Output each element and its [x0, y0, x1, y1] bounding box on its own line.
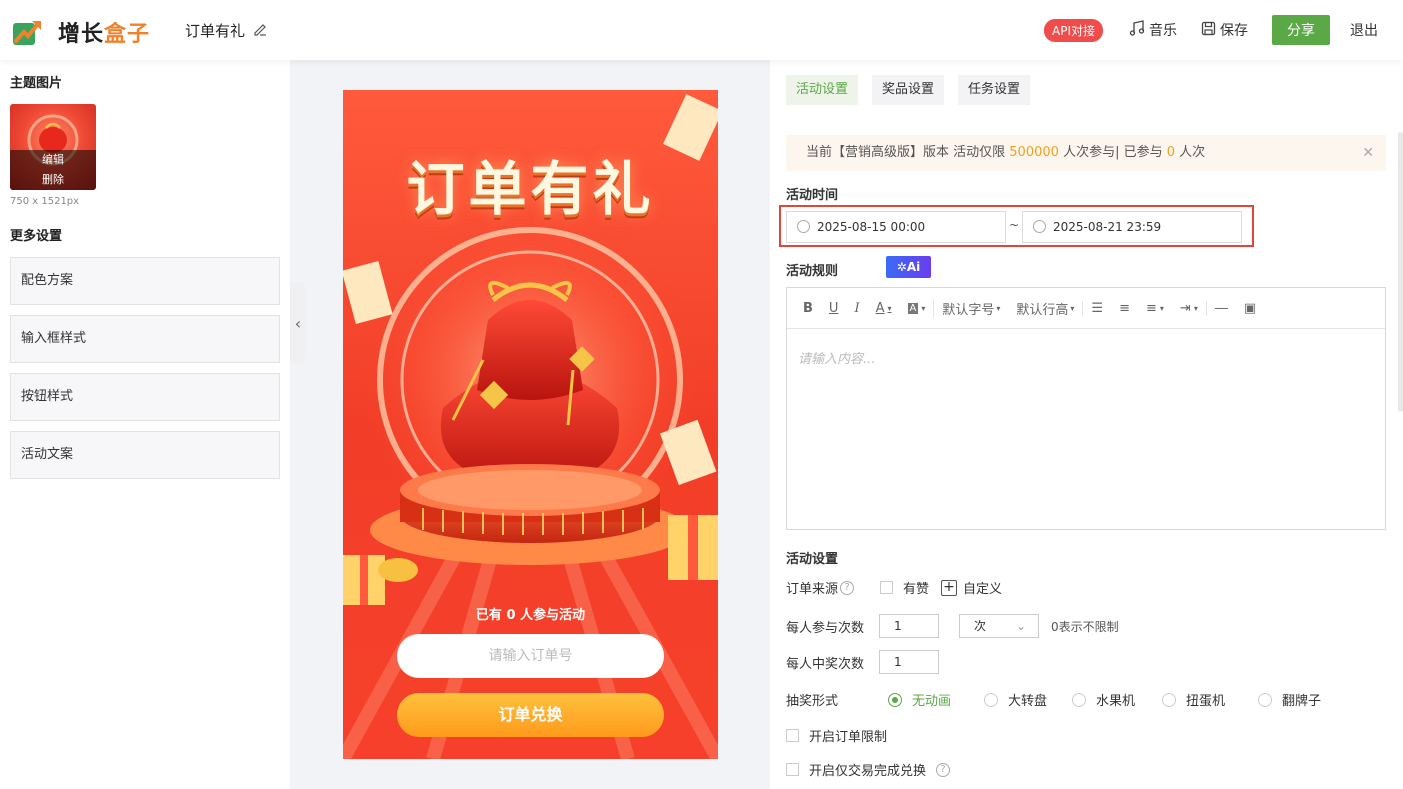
- order-limit-checkbox[interactable]: [786, 729, 799, 742]
- phone-preview: 订单有礼 已有 0 人参与活动 请输入订单号 订单兑换: [343, 90, 718, 759]
- per-user-win-input[interactable]: 1: [879, 650, 940, 674]
- trade-complete-label: 开启仅交易完成兑换: [809, 764, 927, 779]
- highlight-color-icon[interactable]: A ▾: [900, 302, 934, 314]
- settings-tabs: 活动设置 奖品设置 任务设置: [786, 75, 1031, 105]
- end-time-input[interactable]: 2025-08-21 23:59: [1022, 211, 1242, 243]
- line-height-select[interactable]: 默认行高 ▾: [1008, 299, 1082, 318]
- youzan-checkbox[interactable]: [880, 581, 894, 594]
- music-button[interactable]: 音乐: [1129, 20, 1177, 40]
- theme-image-thumbnail[interactable]: 编辑 删除: [10, 104, 96, 190]
- exit-button[interactable]: 退出: [1350, 20, 1378, 40]
- logo: 增长盒子: [12, 16, 150, 48]
- music-label: 音乐: [1149, 23, 1177, 39]
- tab-activity-settings[interactable]: 活动设置: [786, 75, 859, 105]
- bold-icon[interactable]: B: [795, 301, 821, 316]
- order-number-input-preview[interactable]: 请输入订单号: [397, 634, 664, 678]
- participant-count-text: 已有 0 人参与活动: [475, 608, 586, 623]
- numbered-list-icon[interactable]: ≡: [1111, 301, 1138, 316]
- participation-count: 0: [1166, 145, 1175, 160]
- editor-toolbar: B U I A ▾ A ▾ 默认字号 ▾ 默认行高 ▾ ☰ ≡ ≡ ▾ ⇥ ▾ ― ▣: [787, 288, 1385, 329]
- api-badge-button[interactable]: API对接: [1044, 18, 1103, 42]
- color-scheme-option[interactable]: 配色方案: [10, 257, 280, 305]
- chevron-left-icon: ‹: [294, 313, 302, 333]
- activity-settings-label: 活动设置: [786, 552, 839, 567]
- ai-generate-button[interactable]: ✲Ai: [886, 256, 931, 278]
- add-custom-icon[interactable]: +: [941, 579, 958, 596]
- per-user-join-label: 每人参与次数: [786, 620, 865, 636]
- font-color-icon[interactable]: A ▾: [868, 301, 900, 316]
- logo-text-part2: 盒子: [104, 22, 151, 47]
- page-title: 订单有礼: [185, 22, 246, 40]
- bullet-list-icon[interactable]: ☰: [1082, 300, 1111, 316]
- divider-icon[interactable]: ―: [1205, 300, 1236, 316]
- fruit-machine-label: 水果机: [1096, 694, 1136, 709]
- save-label: 保存: [1220, 23, 1248, 39]
- per-user-win-label: 每人中奖次数: [786, 656, 865, 672]
- logo-icon: [12, 17, 44, 47]
- collapse-panel-button[interactable]: ‹: [290, 282, 306, 364]
- custom-source-button[interactable]: 自定义: [963, 578, 1002, 597]
- logo-text-part1: 增长: [58, 22, 105, 47]
- music-icon: [1129, 20, 1145, 40]
- no-animation-label: 无动画: [912, 694, 952, 709]
- join-unit-select[interactable]: 次 ⌄: [959, 614, 1040, 638]
- radio-flip-card[interactable]: [1258, 692, 1272, 707]
- rich-text-editor[interactable]: B U I A ▾ A ▾ 默认字号 ▾ 默认行高 ▾ ☰ ≡ ≡ ▾ ⇥ ▾ ― ▣ 请输…: [786, 287, 1386, 530]
- per-user-join-input[interactable]: 1: [879, 614, 940, 638]
- italic-icon[interactable]: I: [846, 301, 867, 316]
- editor-placeholder: 请输入内容...: [798, 352, 876, 367]
- tab-prize-settings[interactable]: 奖品设置: [872, 75, 945, 105]
- flip-card-label: 翻牌子: [1282, 694, 1322, 709]
- gashapon-label: 扭蛋机: [1186, 694, 1226, 709]
- clock-icon: [1033, 220, 1046, 233]
- radio-wheel[interactable]: [984, 692, 998, 707]
- font-size-select[interactable]: 默认字号 ▾: [933, 298, 1008, 318]
- align-icon[interactable]: ≡ ▾: [1138, 301, 1172, 316]
- share-button[interactable]: 分享: [1272, 15, 1330, 45]
- start-time-input[interactable]: 2025-08-15 00:00: [786, 211, 1006, 243]
- order-source-label: 订单来源: [786, 582, 839, 597]
- left-panel: 主题图片 编辑 删除 750 x 1521px 更多设置 配色方案 输入框样式 …: [0, 60, 290, 789]
- youzan-label: 有赞: [903, 582, 930, 597]
- image-size-text: 750 x 1521px: [10, 196, 80, 207]
- activity-time-label: 活动时间: [786, 188, 839, 203]
- save-button[interactable]: 保存: [1201, 20, 1248, 40]
- more-settings-title: 更多设置: [10, 229, 63, 244]
- edit-image-button[interactable]: 编辑: [10, 150, 96, 170]
- scrollbar[interactable]: [1398, 132, 1403, 412]
- underline-icon[interactable]: U: [821, 301, 847, 316]
- save-icon: [1201, 21, 1216, 40]
- button-style-option[interactable]: 按钮样式: [10, 373, 280, 421]
- close-icon[interactable]: ✕: [1362, 135, 1374, 171]
- image-icon[interactable]: ▣: [1236, 301, 1264, 316]
- top-bar: 增长盒子 订单有礼 API对接 音乐 保存 分享 退出: [0, 0, 1403, 60]
- tab-task-settings[interactable]: 任务设置: [958, 75, 1031, 105]
- trade-complete-checkbox[interactable]: [786, 763, 799, 776]
- input-style-option[interactable]: 输入框样式: [10, 315, 280, 363]
- theme-image-title: 主题图片: [10, 76, 63, 91]
- activity-rules-label: 活动规则: [786, 264, 839, 279]
- order-redeem-button-preview[interactable]: 订单兑换: [397, 693, 664, 737]
- help-icon: ?: [840, 580, 855, 595]
- radio-no-animation[interactable]: [888, 692, 902, 707]
- clock-icon: [797, 220, 810, 233]
- indent-icon[interactable]: ⇥ ▾: [1172, 301, 1206, 316]
- wheel-label: 大转盘: [1008, 694, 1048, 709]
- radio-fruit-machine[interactable]: [1072, 692, 1086, 707]
- help-icon: ?: [936, 762, 951, 777]
- radio-gashapon[interactable]: [1162, 692, 1176, 707]
- settings-panel: 活动设置 奖品设置 任务设置 当前【营销高级版】版本 活动仅限 500000 人…: [770, 60, 1403, 789]
- activity-copy-option[interactable]: 活动文案: [10, 431, 280, 479]
- participation-limit: 500000: [1009, 145, 1059, 160]
- date-separator: ~: [1009, 218, 1020, 232]
- version-notice-banner: 当前【营销高级版】版本 活动仅限 500000 人次参与| 已参与 0 人次 ✕: [786, 135, 1386, 171]
- edit-title-icon[interactable]: [253, 22, 267, 40]
- sparkle-icon: ✲: [896, 260, 907, 274]
- chevron-down-icon: ⌄: [1015, 619, 1027, 633]
- draw-type-label: 抽奖形式: [786, 694, 839, 709]
- unlimited-hint: 0表示不限制: [1051, 619, 1119, 634]
- preview-title: 订单有礼: [406, 155, 655, 223]
- order-limit-label: 开启订单限制: [809, 730, 888, 745]
- delete-image-button[interactable]: 删除: [10, 170, 96, 190]
